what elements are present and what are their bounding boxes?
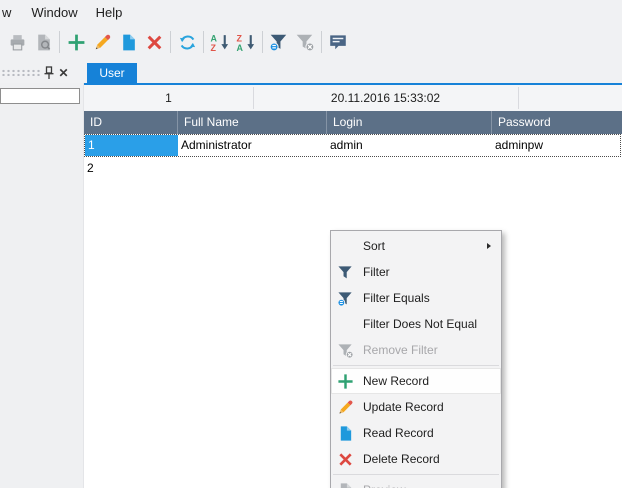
menu-item-partial[interactable]: w [0, 3, 15, 22]
filter-icon [337, 264, 354, 281]
panel-pin-button[interactable] [41, 65, 56, 81]
menu-item-filter-does-not-equal[interactable]: Filter Does Not Equal [331, 311, 501, 337]
application-window: w Window Help [0, 0, 622, 488]
svg-text:A: A [237, 42, 244, 51]
record-count: 1 [84, 85, 253, 111]
cell-password[interactable]: adminpw [492, 135, 620, 156]
menu-item-label: New Record [363, 374, 429, 388]
toolbar: A Z Z A [0, 25, 622, 59]
pencil-icon [337, 399, 354, 416]
grid-row-focused: 1 Administrator admin adminpw [84, 134, 621, 157]
panel-drag-grip[interactable] [1, 69, 41, 76]
read-record-button[interactable] [115, 29, 141, 55]
cell-full-name[interactable]: Administrator [178, 135, 327, 156]
delete-x-icon [145, 33, 164, 52]
print-preview-button[interactable] [30, 29, 56, 55]
tab-user[interactable]: User [87, 63, 137, 83]
panel-close-button[interactable]: ✕ [56, 65, 71, 81]
menu-item-help[interactable]: Help [92, 3, 127, 22]
plus-icon [67, 33, 86, 52]
column-header-full-name[interactable]: Full Name [178, 111, 327, 134]
sort-za-icon: Z A [236, 33, 256, 52]
menu-item-sort[interactable]: Sort [331, 233, 501, 259]
menu-item-read-record[interactable]: Read Record [331, 420, 501, 446]
column-header-password[interactable]: Password [492, 111, 622, 134]
menu-item-new-record[interactable]: New Record [331, 368, 501, 394]
submenu-arrow-icon [487, 243, 491, 249]
preview-icon [337, 482, 354, 488]
toolbar-separator [59, 31, 60, 53]
context-menu: Sort Filter Filter Equals [330, 230, 502, 488]
menu-item-label: Preview [363, 483, 406, 488]
menu-item-window[interactable]: Window [27, 3, 81, 22]
menu-item-preview[interactable]: Preview [331, 477, 501, 488]
dock-panel-header: ✕ [0, 62, 84, 83]
grid-header: ID Full Name Login Password [84, 111, 622, 134]
remove-filter-icon [295, 32, 315, 52]
print-preview-icon [34, 33, 53, 52]
menu-separator [333, 474, 499, 475]
column-header-login[interactable]: Login [327, 111, 492, 134]
grid-row[interactable]: 2 [84, 157, 94, 180]
sort-descending-button[interactable]: Z A [233, 29, 259, 55]
panel-search-input[interactable] [0, 88, 80, 104]
delete-record-button[interactable] [141, 29, 167, 55]
toolbar-separator [203, 31, 204, 53]
empty-icon-slot [334, 314, 356, 334]
menu-item-label: Update Record [363, 400, 444, 414]
menu-item-label: Filter Equals [363, 291, 430, 305]
summary-cell-separator [518, 87, 519, 109]
print-button[interactable] [4, 29, 30, 55]
pin-icon [43, 66, 55, 80]
dock-panel-body [0, 83, 84, 488]
menu-item-label: Filter [363, 265, 390, 279]
printer-icon [8, 33, 27, 52]
sort-ascending-button[interactable]: A Z [207, 29, 233, 55]
remove-filter-icon [337, 342, 354, 359]
menu-item-label: Remove Filter [363, 343, 438, 357]
menu-item-filter[interactable]: Filter [331, 259, 501, 285]
remove-filter-button[interactable] [292, 29, 318, 55]
cell-login[interactable]: admin [327, 135, 492, 156]
summary-cell-separator [253, 87, 254, 109]
comments-button[interactable] [325, 29, 351, 55]
pencil-icon [93, 33, 112, 52]
filter-icon [269, 32, 289, 52]
svg-text:Z: Z [211, 42, 217, 51]
menu-bar: w Window Help [0, 0, 622, 24]
delete-x-icon [337, 451, 354, 468]
menu-item-label: Delete Record [363, 452, 440, 466]
plus-icon [337, 373, 354, 390]
refresh-button[interactable] [174, 29, 200, 55]
document-icon [119, 33, 138, 52]
new-record-button[interactable] [63, 29, 89, 55]
menu-item-label: Read Record [363, 426, 434, 440]
menu-item-update-record[interactable]: Update Record [331, 394, 501, 420]
toolbar-separator [262, 31, 263, 53]
menu-item-remove-filter[interactable]: Remove Filter [331, 337, 501, 363]
close-icon: ✕ [58, 67, 68, 79]
update-record-button[interactable] [89, 29, 115, 55]
comment-bubble-icon [328, 32, 348, 52]
document-icon [337, 425, 354, 442]
timestamp-value: 20.11.2016 15:33:02 [253, 85, 518, 111]
cell-id-selected[interactable]: 1 [85, 135, 178, 156]
sort-az-icon: A Z [210, 33, 230, 52]
menu-item-delete-record[interactable]: Delete Record [331, 446, 501, 472]
grid-summary-row: 1 20.11.2016 15:33:02 [84, 85, 622, 111]
empty-icon-slot [334, 236, 356, 256]
column-header-id[interactable]: ID [84, 111, 178, 134]
menu-separator [333, 365, 499, 366]
filter-button[interactable] [266, 29, 292, 55]
toolbar-separator [321, 31, 322, 53]
menu-item-filter-equals[interactable]: Filter Equals [331, 285, 501, 311]
filter-equals-icon [337, 290, 354, 307]
menu-item-label: Sort [363, 239, 385, 253]
menu-item-label: Filter Does Not Equal [363, 317, 477, 331]
toolbar-separator [170, 31, 171, 53]
refresh-icon [178, 33, 197, 52]
